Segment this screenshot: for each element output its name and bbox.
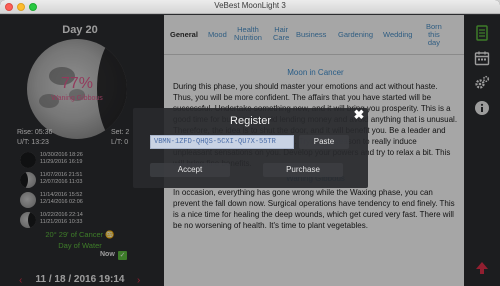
app-window: VeBest MoonLight 3 Day 20 77% Waning Gib… [0, 0, 500, 286]
title-bar: VeBest MoonLight 3 [0, 0, 500, 14]
register-dialog: Register ✖ VBMN-1ZFD-QHQS-5CXI-QU7X-55TR… [133, 108, 368, 188]
close-icon[interactable]: ✖ [352, 108, 366, 122]
registration-key-input[interactable]: VBMN-1ZFD-QHQS-5CXI-QU7X-55TR [150, 135, 294, 149]
purchase-button[interactable]: Purchase [263, 163, 343, 177]
register-title: Register [230, 115, 271, 127]
accept-button[interactable]: Accept [150, 163, 230, 177]
paste-button[interactable]: Paste [299, 135, 349, 149]
window-title: VeBest MoonLight 3 [214, 1, 286, 10]
